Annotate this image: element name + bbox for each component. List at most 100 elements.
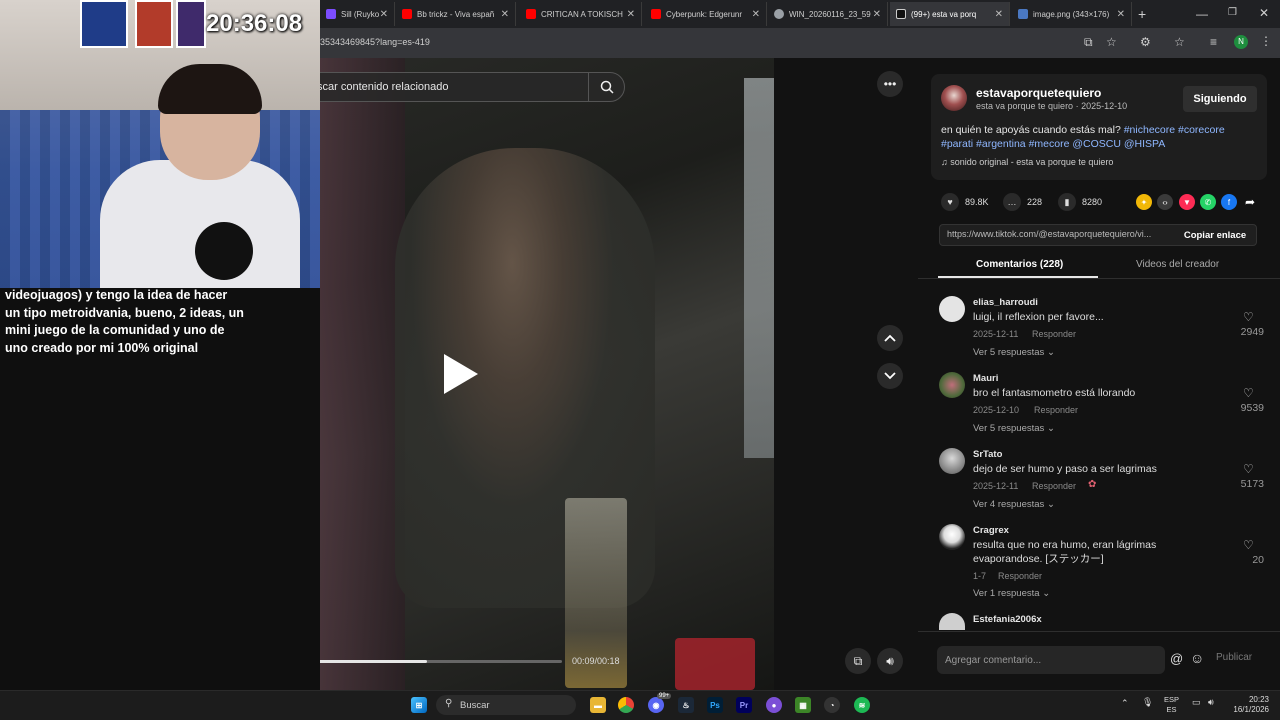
avatar[interactable] bbox=[939, 296, 965, 322]
copy-link-button[interactable]: Copiar enlace bbox=[1174, 225, 1256, 245]
comment-username[interactable]: Cragrex bbox=[973, 525, 1009, 536]
author-avatar[interactable] bbox=[941, 85, 967, 111]
follow-button[interactable]: Siguiendo bbox=[1183, 86, 1257, 112]
comment-username[interactable]: Estefania2006x bbox=[973, 614, 1042, 625]
heart-outline-icon[interactable]: ♡ bbox=[1243, 538, 1254, 552]
browser-tab[interactable]: Cyberpunk: Edgerunr ✕ bbox=[645, 2, 767, 26]
steam-icon[interactable]: ♨ bbox=[678, 697, 694, 713]
avatar[interactable] bbox=[939, 372, 965, 398]
search-button[interactable] bbox=[588, 73, 624, 101]
language-indicator[interactable]: ESP ES bbox=[1164, 695, 1179, 715]
next-video-button[interactable] bbox=[877, 363, 903, 389]
volume-button[interactable]: 🔊︎ bbox=[877, 648, 903, 674]
previous-video-button[interactable] bbox=[877, 325, 903, 351]
caption-hashtags[interactable]: #parati #argentina #mecore @COSCU @HISPA bbox=[941, 138, 1165, 150]
app-icon[interactable]: ◔ bbox=[824, 697, 840, 713]
microphone-icon[interactable]: 🎙︎ bbox=[1142, 697, 1153, 708]
taskbar-clock[interactable]: 20:23 16/1/2026 bbox=[1225, 695, 1269, 715]
author-name[interactable]: estavaporquetequiero bbox=[976, 86, 1101, 100]
url-text[interactable]: 35343469845?lang=es-419 bbox=[320, 37, 430, 47]
reply-button[interactable]: Responder bbox=[998, 571, 1042, 581]
post-link[interactable]: https://www.tiktok.com/@estavaporquetequ… bbox=[947, 229, 1173, 239]
windows-start-icon[interactable]: ⊞ bbox=[411, 697, 427, 713]
photoshop-icon[interactable]: Ps bbox=[707, 697, 723, 713]
avatar[interactable] bbox=[939, 448, 965, 474]
maximize-icon[interactable]: ❐ bbox=[1228, 7, 1237, 18]
sound-link[interactable]: ♫ sonido original - esta va porque te qu… bbox=[941, 157, 1113, 167]
close-icon[interactable]: ✕ bbox=[501, 9, 509, 20]
discord-icon[interactable]: ◉ bbox=[648, 697, 664, 713]
window-close-icon[interactable]: ✕ bbox=[1259, 6, 1269, 20]
comment-username[interactable]: SrTato bbox=[973, 449, 1002, 460]
tray-chevron-icon[interactable]: ⌃ bbox=[1121, 698, 1129, 709]
save-button[interactable]: ▮ 8280 bbox=[1058, 193, 1102, 211]
caption-hashtags[interactable]: #nichecore #corecore bbox=[1124, 124, 1225, 136]
view-replies[interactable]: Ver 5 respuestas ⌄ bbox=[973, 347, 1055, 358]
premiere-icon[interactable]: Pr bbox=[736, 697, 752, 713]
browser-tab[interactable]: CRITICAN A TOKISCH ✕ bbox=[520, 2, 642, 26]
like-button[interactable]: ♥ 89.8K bbox=[941, 193, 989, 211]
reply-button[interactable]: Responder bbox=[1032, 481, 1076, 491]
install-icon[interactable]: ⧉ bbox=[1084, 35, 1093, 50]
gift-share-icon[interactable]: ✦ bbox=[1136, 194, 1152, 210]
file-explorer-icon[interactable]: ▬ bbox=[590, 697, 606, 713]
menu-kebab-icon[interactable]: ⋮ bbox=[1260, 34, 1272, 48]
minimize-icon[interactable]: — bbox=[1196, 7, 1208, 21]
view-replies[interactable]: Ver 4 respuestas ⌄ bbox=[973, 499, 1055, 510]
taskbar-search[interactable]: Buscar bbox=[436, 695, 576, 715]
heart-outline-icon[interactable]: ♡ bbox=[1243, 462, 1254, 476]
browser-tab[interactable]: WIN_20260116_23_59 ✕ bbox=[768, 2, 888, 26]
mini-player-button[interactable]: ⧉ bbox=[845, 648, 871, 674]
avatar[interactable] bbox=[939, 524, 965, 550]
view-replies[interactable]: Ver 1 respuesta ⌄ bbox=[973, 588, 1050, 599]
facebook-icon[interactable]: f bbox=[1221, 194, 1237, 210]
profile-avatar[interactable]: N bbox=[1234, 35, 1248, 49]
close-icon[interactable]: ✕ bbox=[380, 9, 388, 20]
chevron-down-icon: ⌄ bbox=[1046, 423, 1055, 434]
minecraft-icon[interactable]: ▦ bbox=[795, 697, 811, 713]
more-options-button[interactable]: ••• bbox=[877, 71, 903, 97]
network-icon[interactable]: ▭ bbox=[1192, 697, 1201, 708]
emoji-icon[interactable]: ☺ bbox=[1190, 650, 1204, 666]
reply-button[interactable]: Responder bbox=[1032, 329, 1076, 339]
whatsapp-icon[interactable]: ✆ bbox=[1200, 194, 1216, 210]
progress-bar[interactable] bbox=[292, 660, 562, 663]
media-control-icon[interactable]: ≡ bbox=[1210, 35, 1217, 49]
related-search-input[interactable] bbox=[317, 81, 577, 93]
embed-icon[interactable]: ‹› bbox=[1157, 194, 1173, 210]
comment-username[interactable]: elias_harroudi bbox=[973, 297, 1038, 308]
close-icon[interactable]: ✕ bbox=[873, 9, 881, 20]
close-icon[interactable]: ✕ bbox=[1117, 9, 1125, 20]
volume-icon[interactable]: 🔊︎ bbox=[1208, 697, 1214, 708]
browser-tab[interactable]: Bb trickz - Viva españ ✕ bbox=[396, 2, 516, 26]
heart-outline-icon[interactable]: ♡ bbox=[1243, 386, 1254, 400]
reply-button[interactable]: Responder bbox=[1034, 405, 1078, 415]
heart-outline-icon[interactable]: ♡ bbox=[1243, 310, 1254, 324]
play-icon[interactable] bbox=[444, 354, 478, 394]
spotify-icon[interactable]: ≋ bbox=[854, 697, 870, 713]
bookmark-star-icon[interactable]: ☆ bbox=[1106, 35, 1117, 49]
view-replies[interactable]: Ver 5 respuestas ⌄ bbox=[973, 423, 1055, 434]
publish-button[interactable]: Publicar bbox=[1216, 652, 1252, 663]
mention-icon[interactable]: @ bbox=[1170, 651, 1183, 666]
browser-tab[interactable]: image.png (343×176) ✕ bbox=[1012, 2, 1132, 26]
extensions-icon[interactable]: ⚙ bbox=[1140, 35, 1151, 49]
browser-tab[interactable]: Sill (Ruyko ✕ bbox=[320, 2, 395, 26]
send-icon[interactable]: ▼ bbox=[1179, 194, 1195, 210]
chevron-down-icon: ⌄ bbox=[1042, 588, 1051, 599]
browser-tab-active[interactable]: (99+) esta va porq ✕ bbox=[890, 2, 1010, 26]
share-arrow-icon[interactable]: ➦ bbox=[1242, 194, 1258, 210]
new-tab-button[interactable]: + bbox=[1138, 6, 1146, 22]
chrome-icon[interactable] bbox=[618, 697, 634, 713]
comment-button[interactable]: … 228 bbox=[1003, 193, 1042, 211]
tab-comments[interactable]: Comentarios (228) bbox=[976, 259, 1063, 270]
close-icon[interactable]: ✕ bbox=[627, 9, 635, 20]
comment-input[interactable] bbox=[945, 654, 1165, 666]
comment-username[interactable]: Mauri bbox=[973, 373, 998, 384]
tab-creator-videos[interactable]: Videos del creador bbox=[1136, 259, 1219, 270]
bookmarks-icon[interactable]: ☆ bbox=[1174, 35, 1185, 49]
app-icon[interactable]: ● bbox=[766, 697, 782, 713]
close-icon[interactable]: ✕ bbox=[995, 9, 1003, 20]
close-icon[interactable]: ✕ bbox=[752, 9, 760, 20]
comment-likes: 2949 bbox=[1240, 326, 1264, 338]
